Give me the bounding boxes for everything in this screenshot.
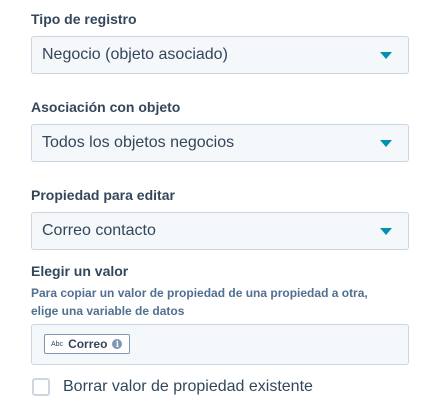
choose-value-label: Elegir un valor xyxy=(31,263,129,279)
choose-value-help-line-2: elige una variable de datos xyxy=(31,304,185,318)
record-type-label: Tipo de registro xyxy=(31,11,137,27)
chevron-down-icon xyxy=(380,228,392,235)
choose-value-help-line-1: Para copiar un valor de propiedad de una… xyxy=(31,286,368,300)
token-name: Correo xyxy=(68,337,108,351)
chevron-down-icon xyxy=(380,52,392,59)
property-select[interactable]: Correo contacto xyxy=(31,212,409,250)
value-input[interactable]: Abc Correo i xyxy=(31,324,409,365)
association-select[interactable]: Todos los objetos negocios xyxy=(31,124,409,162)
clear-existing-row[interactable]: Borrar valor de propiedad existente xyxy=(32,378,313,396)
data-variable-token[interactable]: Abc Correo i xyxy=(44,334,131,354)
chevron-down-icon xyxy=(380,140,392,147)
info-icon[interactable]: i xyxy=(112,339,123,349)
property-value: Correo contacto xyxy=(42,222,156,239)
clear-existing-checkbox[interactable] xyxy=(32,378,50,396)
text-type-icon: Abc xyxy=(51,340,64,348)
association-value: Todos los objetos negocios xyxy=(42,134,235,151)
clear-existing-label: Borrar valor de propiedad existente xyxy=(63,378,313,395)
association-label: Asociación con objeto xyxy=(31,99,181,115)
record-type-select[interactable]: Negocio (objeto asociado) xyxy=(31,36,409,74)
record-type-value: Negocio (objeto asociado) xyxy=(42,46,228,63)
property-label: Propiedad para editar xyxy=(31,187,175,203)
